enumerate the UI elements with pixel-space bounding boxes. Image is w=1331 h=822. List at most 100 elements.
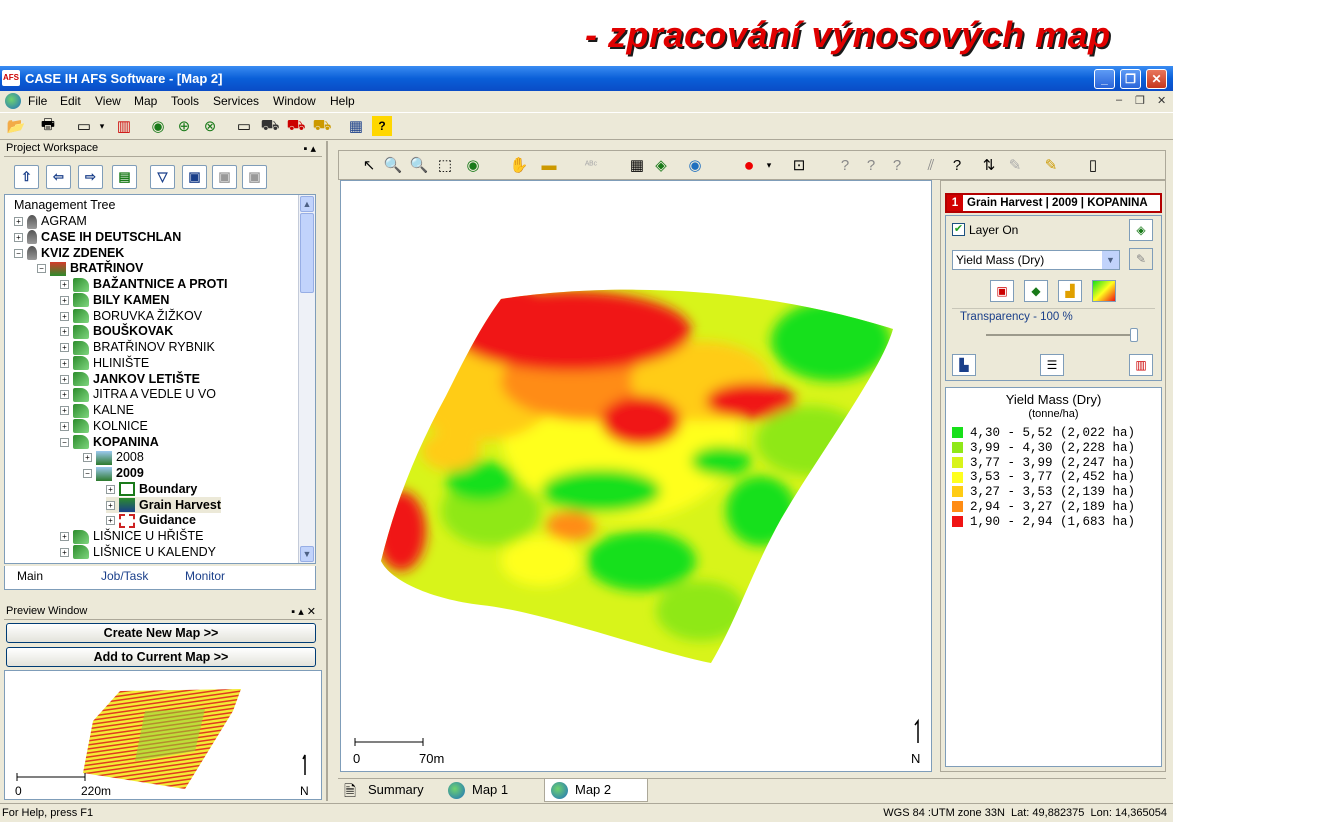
tree-item[interactable]: + JANKOV LETIŠTE xyxy=(60,371,200,387)
expand-icon[interactable]: + xyxy=(60,358,69,368)
mdi-close-button[interactable]: ✕ xyxy=(1157,94,1166,107)
panel-controls[interactable]: ▪ ▴ xyxy=(304,142,316,155)
tab-map-2[interactable]: Map 2 xyxy=(544,779,648,802)
scroll-down-icon[interactable]: ▼ xyxy=(300,546,314,562)
expand-icon[interactable]: + xyxy=(14,232,23,242)
menu-services[interactable]: Services xyxy=(213,94,259,108)
tree-item[interactable]: + BORUVKA ŽIŽKOV xyxy=(60,308,202,324)
collapse-icon[interactable]: − xyxy=(14,248,23,258)
collapse-icon[interactable]: − xyxy=(60,437,69,447)
layer-list-icon[interactable]: ☰ xyxy=(1040,354,1064,376)
tree-item[interactable]: + BOUŠKOVAK xyxy=(60,323,173,339)
expand-icon[interactable]: + xyxy=(60,295,69,305)
tree-item[interactable]: + AGRAM xyxy=(14,213,87,229)
classify-icon[interactable]: ◆ xyxy=(1024,280,1048,302)
expand-icon[interactable]: + xyxy=(60,311,69,321)
maximize-button[interactable]: ❐ xyxy=(1120,69,1141,89)
layer-title-bar[interactable]: 1 Grain Harvest | 2009 | KOPANINA xyxy=(945,193,1162,213)
help-icon[interactable]: ? xyxy=(372,116,392,136)
edit-attribute-icon[interactable]: ✎ xyxy=(1129,248,1153,270)
expand-icon[interactable]: + xyxy=(60,421,69,431)
tree-item[interactable]: − KVIZ ZDENEK xyxy=(14,245,124,261)
mdi-restore-button[interactable]: ❐ xyxy=(1135,94,1145,107)
minimize-button[interactable]: _ xyxy=(1094,69,1115,89)
mdi-minimize-button[interactable]: – xyxy=(1116,94,1122,106)
whats-this-icon[interactable]: ? xyxy=(835,155,855,175)
pan-hand-icon[interactable]: ✋ xyxy=(509,155,529,175)
tree-scrollbar[interactable]: ▲ ▼ xyxy=(298,195,315,563)
combine-icon[interactable]: ⛟ xyxy=(312,116,332,136)
expand-icon[interactable]: + xyxy=(60,547,69,557)
globe-remove-icon[interactable]: ⊗ xyxy=(200,116,220,136)
tools-icon[interactable]: ⫽ xyxy=(921,155,941,175)
scroll-thumb[interactable] xyxy=(300,213,314,293)
tree-item[interactable]: + Guidance xyxy=(106,512,196,528)
back-arrow-icon[interactable]: ⇦ xyxy=(46,165,71,189)
monitor-icon[interactable]: ▭ xyxy=(234,116,254,136)
tree-view-icon[interactable]: ▤ xyxy=(112,165,137,189)
tab-main[interactable]: Main xyxy=(17,569,43,583)
record-icon[interactable]: ● xyxy=(739,155,759,175)
menu-map[interactable]: Map xyxy=(134,94,157,108)
tree-item[interactable]: + HLINIŠTE xyxy=(60,355,149,371)
expand-icon[interactable]: + xyxy=(60,532,69,542)
tree-item[interactable]: + Grain Harvest xyxy=(106,496,221,513)
tree-item[interactable]: + LIŠNICE U HŘIŠTE xyxy=(60,528,203,544)
tree-item[interactable]: + JITRA A VEDLE U VO xyxy=(60,386,216,402)
close-button[interactable]: ✕ xyxy=(1146,69,1167,89)
tree-item[interactable]: + BILY KAMEN xyxy=(60,292,169,308)
expand-icon[interactable]: + xyxy=(60,374,69,384)
color-ramp-icon[interactable] xyxy=(1092,280,1116,302)
open-folder-icon[interactable]: 📂 xyxy=(6,116,26,136)
tree-item[interactable]: + Boundary xyxy=(106,481,197,497)
menu-view[interactable]: View xyxy=(95,94,121,108)
layer-icon[interactable]: ◈ xyxy=(651,155,671,175)
forward-arrow-icon[interactable]: ⇨ xyxy=(78,165,103,189)
help-info-icon[interactable]: ? xyxy=(887,155,907,175)
filter-icon[interactable]: ▽ xyxy=(150,165,175,189)
report-icon[interactable]: ▦ xyxy=(346,116,366,136)
map-view[interactable]: 0 70m N xyxy=(340,180,932,772)
expand-icon[interactable]: + xyxy=(60,343,69,353)
menu-tools[interactable]: Tools xyxy=(171,94,199,108)
menu-file[interactable]: File xyxy=(28,94,47,108)
collapse-icon[interactable]: − xyxy=(83,469,92,479)
zoom-extent-icon[interactable]: ◉ xyxy=(463,155,483,175)
globe-refresh-icon[interactable]: ◉ xyxy=(685,155,705,175)
edit-icon[interactable]: ✎ xyxy=(1041,155,1061,175)
layer-style-icon[interactable]: ◈ xyxy=(1129,219,1153,241)
create-new-map-button[interactable]: Create New Map >> xyxy=(6,623,316,643)
print-icon[interactable]: 🖶 xyxy=(38,116,58,136)
scroll-up-icon[interactable]: ▲ xyxy=(300,196,314,212)
layer-on-checkbox[interactable]: ✔ xyxy=(952,223,965,236)
import-icon[interactable]: ▣ xyxy=(212,165,237,189)
select-frame-icon[interactable]: ⊡ xyxy=(789,155,809,175)
globe-add-icon[interactable]: ◉ xyxy=(148,116,168,136)
zoom-in-icon[interactable]: 🔍 xyxy=(383,155,403,175)
chevron-down-icon[interactable]: ▼ xyxy=(1102,251,1119,269)
record-dropdown-icon[interactable]: ▾ xyxy=(759,155,779,175)
tab-map-1[interactable]: Map 1 xyxy=(442,779,546,802)
properties-icon[interactable]: ▣ xyxy=(182,165,207,189)
query-icon[interactable]: ? xyxy=(947,155,967,175)
tab-summary[interactable]: 🗎 Summary xyxy=(338,779,442,802)
layer-chart-icon[interactable]: ▥ xyxy=(1129,354,1153,376)
tree-item[interactable]: + BRATŘINOV RYBNIK xyxy=(60,339,215,355)
transparency-slider-handle[interactable] xyxy=(1130,328,1138,342)
pointer-icon[interactable]: ↖ xyxy=(359,155,379,175)
new-map-icon[interactable]: ▭ xyxy=(74,116,94,136)
pane-splitter[interactable] xyxy=(326,141,328,801)
sort-icon[interactable]: ⇅ xyxy=(979,155,999,175)
legend-edit-icon[interactable]: ▣ xyxy=(990,280,1014,302)
help-query-icon[interactable]: ? xyxy=(861,155,881,175)
menu-help[interactable]: Help xyxy=(330,94,355,108)
menu-edit[interactable]: Edit xyxy=(60,94,81,108)
menu-window[interactable]: Window xyxy=(273,94,316,108)
tree-item[interactable]: + LIŠNICE U KALENDY xyxy=(60,544,216,560)
measure-icon[interactable]: ▬ xyxy=(539,155,559,175)
abc-icon[interactable]: ᴬᴮᶜ xyxy=(581,155,601,175)
globe-icon[interactable] xyxy=(5,93,21,109)
expand-icon[interactable]: + xyxy=(60,327,69,337)
export-icon[interactable]: ▣ xyxy=(242,165,267,189)
tab-monitor[interactable]: Monitor xyxy=(185,569,225,583)
